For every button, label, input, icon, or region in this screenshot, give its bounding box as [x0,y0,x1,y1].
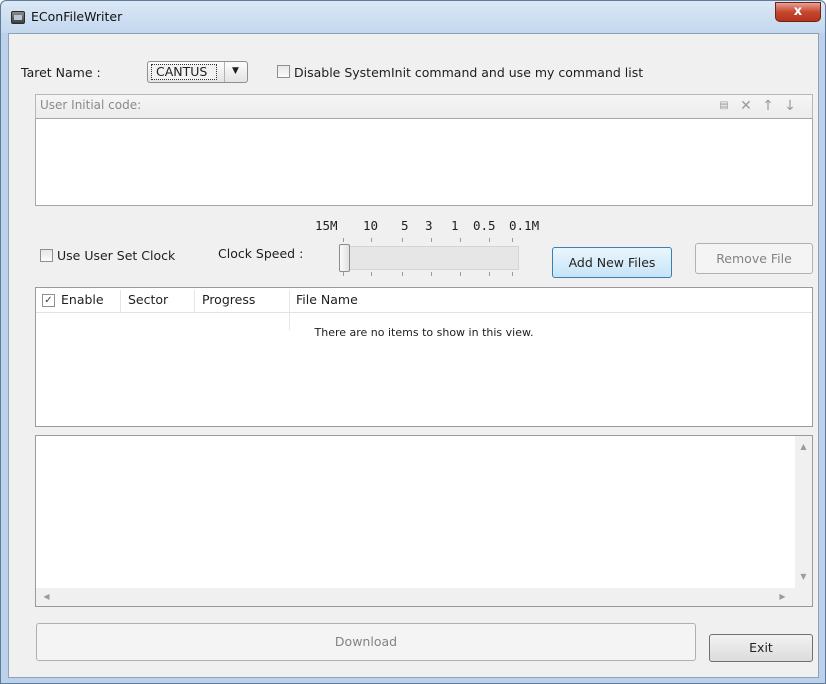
app-window: EConFileWriter x Taret Name : CANTUS ▼ D… [0,0,826,684]
title-bar[interactable]: EConFileWriter x [1,1,825,33]
slider-tick [402,272,403,276]
slider-tick [431,272,432,276]
clock-scale-label: 10 [363,218,379,233]
slider-tick [371,272,372,276]
column-file-name[interactable]: File Name [290,288,358,313]
clock-speed-slider-thumb[interactable] [339,244,350,272]
use-user-set-clock-checkbox[interactable] [40,249,53,262]
column-sector[interactable]: Sector [122,288,168,313]
target-name-dropdown[interactable]: CANTUS ▼ [147,61,248,83]
clock-scale-label: 1 [451,218,459,233]
column-separator [120,290,121,312]
chevron-down-icon: ▼ [224,62,246,82]
slider-tick [402,238,403,242]
slider-tick [512,272,513,276]
slider-tick [371,238,372,242]
slider-tick [489,238,490,242]
scrollbar-corner [795,588,812,606]
move-up-icon[interactable]: ↑ [760,97,776,115]
scroll-up-arrow-icon[interactable]: ▲ [795,442,812,451]
clock-scale-label: 15M [315,218,338,233]
clock-scale-label: 0.5 [473,218,496,233]
client-area: Taret Name : CANTUS ▼ Disable SystemInit… [8,33,819,678]
clock-speed-slider[interactable] [339,246,519,270]
file-list-header: ✓ Enable Sector Progress File Name [36,288,812,330]
user-initial-code-label: User Initial code: [40,98,142,112]
file-list[interactable]: ✓ Enable Sector Progress File Name There… [35,287,813,427]
log-output[interactable]: ▲ ▼ ◀ ▶ [35,435,813,607]
slider-tick [431,238,432,242]
remove-file-button[interactable]: Remove File [695,243,813,274]
target-name-label: Taret Name : [21,65,101,80]
column-separator [194,290,195,312]
new-entry-icon[interactable]: ▤ [716,97,732,115]
scroll-right-arrow-icon[interactable]: ▶ [774,592,791,601]
slider-tick [489,272,490,276]
column-enable[interactable]: Enable [55,288,104,313]
add-new-files-button[interactable]: Add New Files [552,247,672,278]
clock-scale-label: 5 [401,218,409,233]
empty-list-message: There are no items to show in this view. [314,326,534,339]
slider-tick [460,238,461,242]
slider-tick [512,238,513,242]
clock-scale-label: 3 [425,218,433,233]
user-initial-code-textarea[interactable] [35,118,813,206]
close-button[interactable]: x [775,2,821,22]
column-progress[interactable]: Progress [196,288,255,313]
exit-button[interactable]: Exit [709,634,813,662]
target-name-value: CANTUS [151,64,217,80]
disable-systeminit-checkbox[interactable] [277,65,290,78]
slider-tick [343,272,344,276]
disable-systeminit-label: Disable SystemInit command and use my co… [294,65,644,80]
clock-scale-label: 0.1M [509,218,540,233]
use-user-set-clock-label: Use User Set Clock [57,248,176,263]
vertical-scrollbar[interactable]: ▲ ▼ [795,436,812,588]
clock-speed-label: Clock Speed : [218,246,304,261]
download-button[interactable]: Download [36,623,696,661]
user-initial-code-header: User Initial code: ▤ ✕ ↑ ↓ [35,94,813,118]
scroll-down-arrow-icon[interactable]: ▼ [795,572,812,581]
slider-tick [343,238,344,242]
slider-tick [460,272,461,276]
move-down-icon[interactable]: ↓ [782,97,798,115]
horizontal-scrollbar[interactable]: ◀ ▶ [36,588,796,606]
window-title: EConFileWriter [31,9,123,24]
scroll-left-arrow-icon[interactable]: ◀ [38,592,55,601]
enable-all-checkbox[interactable]: ✓ [42,294,55,307]
delete-icon[interactable]: ✕ [738,97,754,115]
app-icon [11,11,25,24]
